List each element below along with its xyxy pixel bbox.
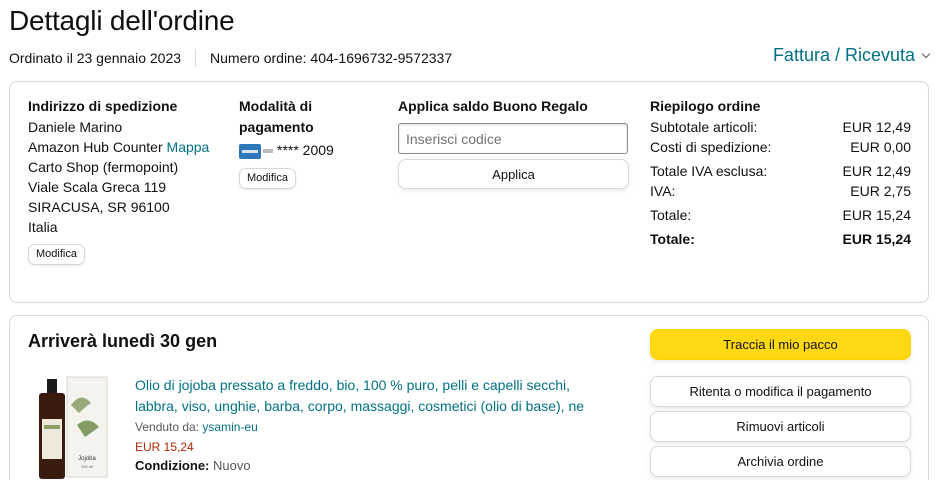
summary-value: EUR 15,24 (842, 231, 911, 247)
summary-row-grand-total: Totale: EUR 15,24 (650, 229, 911, 249)
summary-row-vat: IVA: EUR 2,75 (650, 181, 911, 201)
divider (195, 49, 197, 67)
archive-order-button[interactable]: Archivia ordine (650, 446, 911, 477)
summary-heading: Riepilogo ordine (650, 98, 761, 114)
summary-label: IVA: (650, 183, 676, 199)
page-title: Dettagli dell'ordine (9, 5, 235, 36)
apply-gift-button[interactable]: Applica (398, 159, 629, 189)
summary-value: EUR 12,49 (842, 119, 911, 135)
gift-card-section: Applica saldo Buono Regalo (398, 96, 638, 117)
seller-link[interactable]: ysamin-eu (202, 420, 257, 434)
product-image-label-top: Jojoba (78, 456, 96, 462)
product-image[interactable]: Jojoba 100 ml (33, 375, 113, 480)
summary-row-shipping: Costi di spedizione: EUR 0,00 (650, 137, 911, 157)
product-price: EUR 15,24 (135, 440, 194, 454)
shipping-line-hub: Amazon Hub Counter Mappa (28, 137, 228, 157)
modify-payment-button[interactable]: Modifica (239, 168, 296, 189)
summary-value: EUR 15,24 (842, 207, 911, 223)
map-link[interactable]: Mappa (167, 139, 210, 155)
order-meta: Ordinato il 23 gennaio 2023 Numero ordin… (9, 49, 452, 67)
product-condition: Condizione: Nuovo (135, 458, 251, 473)
condition-label: Condizione: (135, 458, 210, 473)
shipping-line5: Italia (28, 219, 58, 235)
bottle-label-band (44, 425, 60, 429)
order-summary-section: Riepilogo ordine Subtotale articoli: EUR… (650, 96, 911, 249)
modify-address-button[interactable]: Modifica (28, 244, 85, 265)
payment-heading-line2: pagamento (239, 119, 314, 135)
summary-value: EUR 2,75 (850, 183, 911, 199)
card-divider (263, 149, 273, 154)
gift-heading: Applica saldo Buono Regalo (398, 98, 588, 114)
remove-items-button[interactable]: Rimuovi articoli (650, 411, 911, 442)
amex-card-icon (239, 143, 261, 159)
payment-card-row: **** 2009 (239, 140, 379, 160)
gift-code-input[interactable] (398, 123, 628, 154)
summary-value: EUR 0,00 (850, 139, 911, 155)
bottle-cap-shape (47, 379, 57, 393)
sold-by-label: Venduto da: (135, 420, 200, 434)
summary-row-subtotal: Subtotale articoli: EUR 12,49 (650, 117, 911, 137)
shipping-line1: Amazon Hub Counter (28, 139, 163, 155)
summary-label: Totale IVA esclusa: (650, 163, 768, 179)
product-image-label-bottom: 100 ml (81, 464, 93, 469)
shipping-heading: Indirizzo di spedizione (28, 98, 178, 114)
retry-payment-button[interactable]: Ritenta o modifica il pagamento (650, 376, 911, 407)
summary-label: Subtotale articoli: (650, 119, 758, 135)
summary-label: Totale: (650, 207, 692, 223)
product-title-line1[interactable]: Olio di jojoba pressato a freddo, bio, 1… (135, 375, 605, 396)
condition-value: Nuovo (213, 458, 251, 473)
sold-by: Venduto da: ysamin-eu (135, 420, 258, 434)
shipping-line4: SIRACUSA, SR 96100 (28, 199, 170, 215)
payment-section: Modalità di pagamento **** 2009 Modifica (239, 96, 379, 189)
payment-heading-line1: Modalità di (239, 98, 313, 114)
summary-label: Costi di spedizione: (650, 139, 772, 155)
product-title-link[interactable]: Olio di jojoba pressato a freddo, bio, 1… (135, 375, 605, 417)
shipping-address-section: Indirizzo di spedizione Daniele Marino A… (28, 96, 228, 265)
invoice-dropdown[interactable]: Fattura / Ricevuta (773, 45, 931, 66)
card-masked-number: **** 2009 (277, 142, 334, 158)
track-package-button[interactable]: Traccia il mio pacco (650, 329, 911, 360)
order-date: Ordinato il 23 gennaio 2023 (9, 50, 182, 66)
invoice-link-label[interactable]: Fattura / Ricevuta (773, 45, 915, 66)
order-details-box: Indirizzo di spedizione Daniele Marino A… (9, 81, 929, 303)
summary-label: Totale: (650, 231, 695, 247)
summary-value: EUR 12,49 (842, 163, 911, 179)
arrival-heading: Arriverà lunedì 30 gen (28, 331, 218, 351)
shipping-line2: Carto Shop (fermopoint) (28, 159, 179, 175)
order-number: Numero ordine: 404-1696732-9572337 (210, 50, 453, 66)
chevron-down-icon (921, 49, 931, 58)
summary-row-net-total: Totale IVA esclusa: EUR 12,49 (650, 161, 911, 181)
shipping-line3: Viale Scala Greca 119 (28, 179, 167, 195)
product-title-line2[interactable]: labbra, viso, unghie, barba, corpo, mass… (135, 396, 605, 417)
shipping-name: Daniele Marino (28, 119, 123, 135)
summary-row-total: Totale: EUR 15,24 (650, 205, 911, 225)
